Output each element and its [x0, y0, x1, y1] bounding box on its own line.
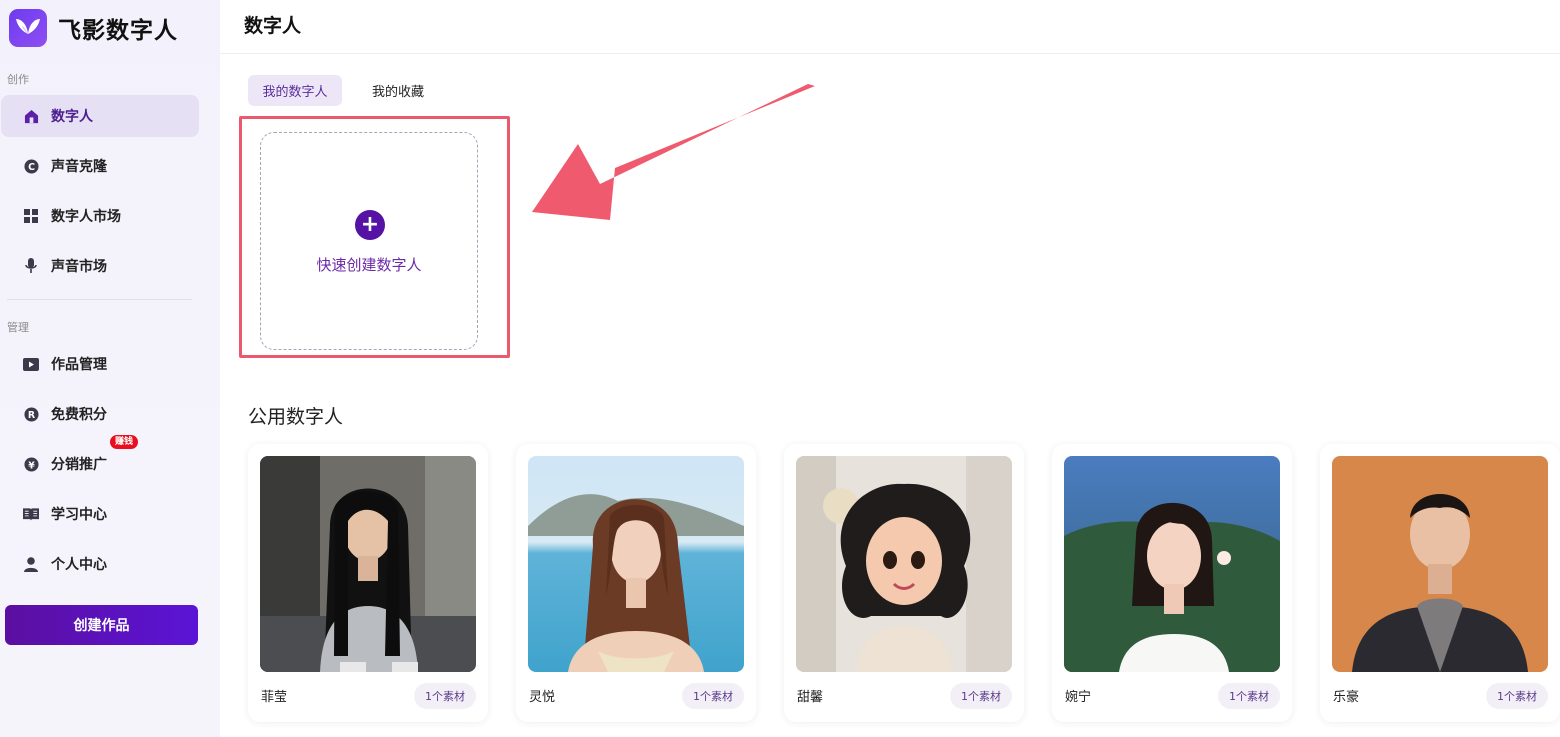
sidebar-item-free-points[interactable]: R 免费积分: [1, 393, 199, 435]
sidebar-item-distribution[interactable]: ¥ 分销推广 赚钱: [1, 435, 199, 485]
sidebar-item-digital-human-market[interactable]: 数字人市场: [1, 195, 199, 237]
avatar-card[interactable]: 婉宁 1个素材: [1052, 444, 1292, 722]
sidebar-item-label: 数字人: [51, 109, 93, 125]
microphone-icon: [23, 258, 39, 274]
avatar-name: 菲莹: [261, 690, 288, 705]
sidebar-item-label: 个人中心: [51, 557, 107, 573]
material-count-tag[interactable]: 1个素材: [414, 683, 476, 709]
tab-my-favorites[interactable]: 我的收藏: [358, 75, 438, 106]
avatar-card[interactable]: 乐豪 1个素材: [1320, 444, 1560, 722]
avatar-name: 婉宁: [1065, 690, 1092, 705]
sidebar-item-label: 学习中心: [51, 507, 107, 523]
quick-create-card[interactable]: + 快速创建数字人: [260, 132, 478, 350]
section-label-create: 创作: [7, 73, 29, 86]
avatar-card[interactable]: 甜馨 1个素材: [784, 444, 1024, 722]
top-header: 数字人: [220, 0, 1560, 54]
avatar-photo: [1064, 456, 1280, 672]
sidebar-item-label: 数字人市场: [51, 209, 121, 225]
sidebar-item-label: 分销推广: [51, 457, 107, 473]
avatar-photo: [528, 456, 744, 672]
grid-icon: [23, 208, 39, 224]
avatar-card[interactable]: 灵悦 1个素材: [516, 444, 756, 722]
avatar-photo: [260, 456, 476, 672]
svg-text:C: C: [28, 161, 35, 172]
sidebar-item-label: 声音市场: [51, 259, 107, 275]
avatar-name: 乐豪: [1333, 690, 1360, 705]
sidebar-item-voice-clone[interactable]: C 声音克隆: [1, 145, 199, 187]
annotation-arrow-icon: [532, 84, 815, 220]
avatar-name: 灵悦: [529, 690, 556, 705]
sidebar-item-label: 声音克隆: [51, 159, 107, 175]
sidebar-item-label: 作品管理: [51, 357, 107, 373]
logo-icon: [9, 9, 47, 47]
section-label-manage: 管理: [7, 321, 29, 334]
page-title: 数字人: [244, 15, 302, 37]
app-name: 飞影数字人: [58, 18, 178, 44]
sidebar-item-digital-human[interactable]: 数字人: [1, 95, 199, 137]
sidebar-item-works-management[interactable]: 作品管理: [1, 343, 199, 385]
avatar-photo: [796, 456, 1012, 672]
user-icon: [23, 556, 39, 572]
tab-my-digital-humans[interactable]: 我的数字人: [248, 75, 342, 106]
registered-icon: R: [23, 406, 39, 422]
svg-text:¥: ¥: [28, 460, 35, 471]
material-count-tag[interactable]: 1个素材: [1486, 683, 1548, 709]
material-count-tag[interactable]: 1个素材: [1218, 683, 1280, 709]
sidebar-item-label: 免费积分: [51, 407, 107, 423]
sidebar-item-personal-center[interactable]: 个人中心: [1, 543, 199, 585]
create-work-button[interactable]: 创建作品: [5, 605, 198, 645]
sidebar-divider: [7, 299, 192, 300]
material-count-tag[interactable]: 1个素材: [682, 683, 744, 709]
plus-icon: +: [355, 210, 385, 240]
play-icon: [23, 356, 39, 372]
avatar-name: 甜馨: [797, 690, 824, 705]
public-section-title: 公用数字人: [248, 406, 344, 428]
sidebar-item-label-wrap: 分销推广: [51, 454, 107, 474]
avatar-card[interactable]: 菲莹 1个素材: [248, 444, 488, 722]
sidebar-item-voice-market[interactable]: 声音市场: [1, 245, 199, 287]
yen-icon: ¥: [23, 456, 39, 472]
avatar-photo: [1332, 456, 1548, 672]
quick-create-label: 快速创建数字人: [316, 256, 422, 274]
sidebar: 飞影数字人 创作 数字人 C 声音克隆 数字人市场 声音市场 管理 作品管理 R…: [0, 0, 220, 737]
app-logo[interactable]: 飞影数字人: [9, 9, 178, 47]
svg-text:R: R: [27, 409, 35, 420]
earn-badge: 赚钱: [110, 435, 139, 449]
sidebar-item-learning-center[interactable]: 学习中心: [1, 493, 199, 535]
home-icon: [23, 108, 39, 124]
copyright-icon: C: [23, 158, 39, 174]
book-icon: [23, 506, 39, 522]
material-count-tag[interactable]: 1个素材: [950, 683, 1012, 709]
